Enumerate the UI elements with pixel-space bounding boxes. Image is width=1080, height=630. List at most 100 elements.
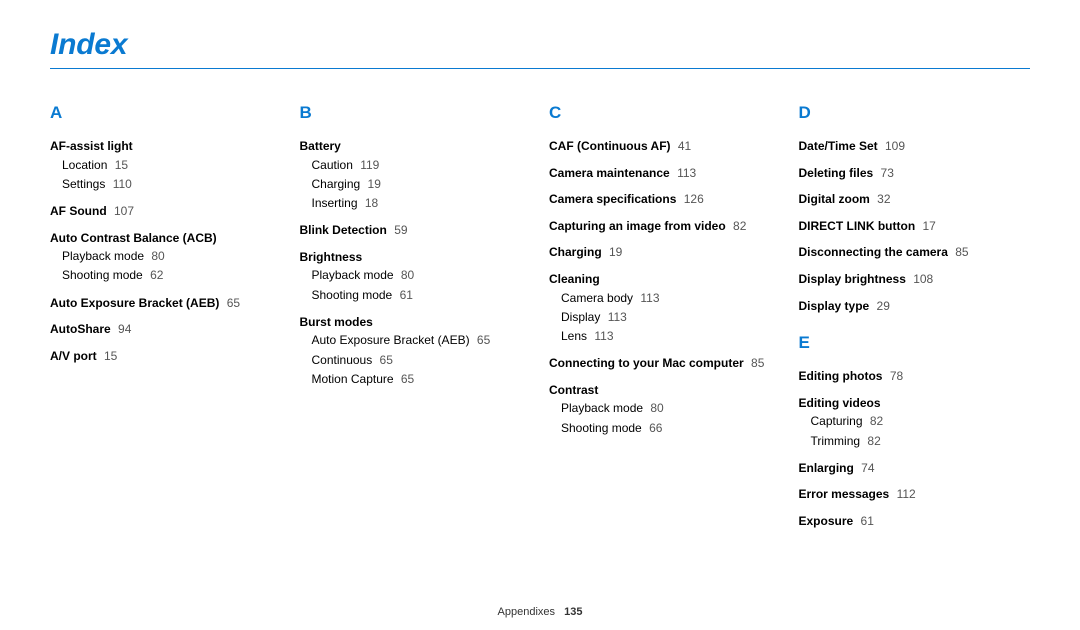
index-sub-entry: Motion Capture 65 — [312, 370, 532, 389]
entry-page: 108 — [910, 272, 933, 286]
sub-page: 66 — [646, 421, 663, 435]
index-column: DDate/Time Set 109Deleting files 73Digit… — [799, 103, 1031, 539]
index-entry: Display type 29 — [799, 297, 1031, 316]
index-entry: Date/Time Set 109 — [799, 137, 1031, 156]
index-entry: Camera specifications 126 — [549, 190, 781, 209]
entry-page: 17 — [919, 219, 936, 233]
index-sub-entry: Location 15 — [62, 156, 282, 175]
index-sub-entry: Auto Exposure Bracket (AEB) 65 — [312, 331, 532, 350]
section-letter: A — [50, 103, 282, 123]
entry-label: Burst modes — [300, 315, 373, 329]
index-entry: Editing photos 78 — [799, 367, 1031, 386]
index-entry: AF Sound 107 — [50, 202, 282, 221]
index-entry: Battery — [300, 137, 532, 156]
index-column: C CAF (Continuous AF) 41 Camera maintenanc… — [549, 103, 781, 539]
index-entry: Exposure 61 — [799, 512, 1031, 531]
entry-label: Camera specifications — [549, 192, 676, 206]
sub-page: 110 — [109, 177, 131, 191]
index-entry: Camera maintenance 113 — [549, 164, 781, 183]
index-sub-entry: Shooting mode 66 — [561, 419, 781, 438]
sub-page: 82 — [867, 414, 884, 428]
section-letter: C — [549, 103, 781, 123]
index-entry: DIRECT LINK button 17 — [799, 217, 1031, 236]
entry-page: 82 — [730, 219, 747, 233]
sub-entries: Auto Exposure Bracket (AEB) 65Continuous… — [312, 331, 532, 389]
sub-page: 62 — [147, 268, 164, 282]
entry-label: CAF (Continuous AF) — [549, 139, 671, 153]
index-entry: Auto Exposure Bracket (AEB) 65 — [50, 294, 282, 313]
index-sub-entry: Settings 110 — [62, 175, 282, 194]
sub-label: Location — [62, 158, 107, 172]
sub-entries: Location 15Settings 110 — [62, 156, 282, 194]
sub-entries: Capturing 82Trimming 82 — [811, 412, 1031, 450]
entry-page: 113 — [674, 166, 696, 180]
sub-page: 113 — [591, 329, 613, 343]
sub-page: 19 — [364, 177, 381, 191]
sub-page: 18 — [362, 196, 379, 210]
entry-label: A/V port — [50, 349, 97, 363]
index-entry: Auto Contrast Balance (ACB) — [50, 229, 282, 248]
sub-page: 80 — [148, 249, 165, 263]
index-sub-entry: Playback mode 80 — [561, 399, 781, 418]
entry-label: Blink Detection — [300, 223, 387, 237]
index-entry: Blink Detection 59 — [300, 221, 532, 240]
entry-label: Contrast — [549, 383, 598, 397]
entry-label: Display type — [799, 299, 870, 313]
sub-page: 65 — [474, 333, 491, 347]
entry-page: 126 — [680, 192, 703, 206]
index-entry: Disconnecting the camera 85 — [799, 243, 1031, 262]
sub-label: Camera body — [561, 291, 633, 305]
page-title: Index — [50, 28, 1030, 69]
sub-page: 80 — [398, 268, 415, 282]
index-entry: A/V port 15 — [50, 347, 282, 366]
index-sub-entry: Camera body 113 — [561, 289, 781, 308]
sub-label: Display — [561, 310, 600, 324]
index-sub-entry: Shooting mode 62 — [62, 266, 282, 285]
entry-label: Brightness — [300, 250, 363, 264]
entry-page: 29 — [873, 299, 890, 313]
entry-label: Auto Exposure Bracket (AEB) — [50, 296, 219, 310]
index-sub-entry: Shooting mode 61 — [312, 286, 532, 305]
index-entry: Enlarging 74 — [799, 459, 1031, 478]
sub-page: 119 — [357, 158, 379, 172]
sub-label: Continuous — [312, 353, 373, 367]
entry-label: Digital zoom — [799, 192, 870, 206]
entry-label: Display brightness — [799, 272, 906, 286]
sub-label: Shooting mode — [312, 288, 393, 302]
entry-label: Disconnecting the camera — [799, 245, 948, 259]
index-entry: Deleting files 73 — [799, 164, 1031, 183]
sub-page: 80 — [647, 401, 664, 415]
sub-entries: Playback mode 80Shooting mode 61 — [312, 266, 532, 304]
entry-page: 65 — [223, 296, 240, 310]
footer-section: Appendixes — [498, 606, 556, 618]
sub-page: 15 — [111, 158, 128, 172]
sub-label: Playback mode — [561, 401, 643, 415]
entry-page: 74 — [858, 461, 875, 475]
entry-page: 78 — [886, 369, 903, 383]
index-entry: Error messages 112 — [799, 485, 1031, 504]
index-entry: AF-assist light — [50, 137, 282, 156]
sub-label: Inserting — [312, 196, 358, 210]
entry-page: 61 — [857, 514, 874, 528]
entry-page: 85 — [748, 356, 765, 370]
entry-page: 59 — [391, 223, 408, 237]
sub-page: 65 — [376, 353, 393, 367]
sub-page: 113 — [604, 310, 626, 324]
index-entry: Burst modes — [300, 313, 532, 332]
entry-label: Date/Time Set — [799, 139, 878, 153]
index-column: BBatteryCaution 119Charging 19Inserting … — [300, 103, 532, 539]
index-sub-entry: Playback mode 80 — [62, 247, 282, 266]
section-letter: B — [300, 103, 532, 123]
entry-page: 41 — [675, 139, 692, 153]
index-sub-entry: Continuous 65 — [312, 351, 532, 370]
entry-page: 85 — [952, 245, 969, 259]
entry-label: Cleaning — [549, 272, 600, 286]
entry-page: 32 — [874, 192, 891, 206]
sub-page: 113 — [637, 291, 659, 305]
entry-label: Auto Contrast Balance (ACB) — [50, 231, 217, 245]
sub-label: Motion Capture — [312, 372, 394, 386]
index-sub-entry: Trimming 82 — [811, 432, 1031, 451]
sub-entries: Playback mode 80Shooting mode 66 — [561, 399, 781, 437]
index-sub-entry: Charging 19 — [312, 175, 532, 194]
entry-label: Editing photos — [799, 369, 883, 383]
